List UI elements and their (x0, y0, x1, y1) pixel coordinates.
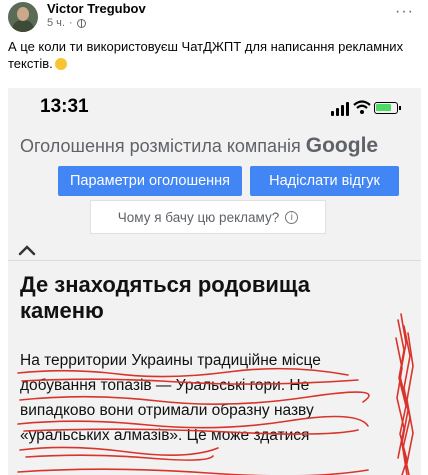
author-avatar[interactable] (8, 2, 38, 32)
phone-time: 13:31 (40, 96, 89, 117)
post-text: А це коли ти використовуєш ЧатДЖПТ для н… (8, 38, 408, 72)
article-body-line: добування топазів — Уральські гори. Не (20, 377, 310, 394)
author-name[interactable]: Victor Tregubov (47, 1, 146, 16)
ad-settings-button[interactable]: Параметри оголошення (58, 166, 242, 196)
phone-status-bar: 13:31 (8, 88, 421, 132)
post-header: Victor Tregubov 5 ч. · ··· (0, 0, 428, 36)
why-this-ad-button[interactable]: Чому я бачу цю рекламу? i (90, 200, 326, 234)
article-title: Де знаходяться родовища каменю (20, 272, 350, 324)
battery-icon (374, 102, 401, 114)
article-title-line: Де знаходяться родовища (20, 272, 310, 297)
article-body: На территории Украины традиційне місце д… (20, 348, 360, 448)
info-icon: i (285, 210, 299, 224)
signal-icon (331, 102, 349, 116)
divider (8, 260, 421, 261)
post-meta: 5 ч. · (47, 17, 86, 29)
more-options-icon[interactable]: ··· (395, 3, 414, 21)
article-body-line: На территории Украины традиційне місце (20, 352, 321, 369)
article-body-line: випадково вони отримали образну назву (20, 402, 314, 419)
chevron-up-icon[interactable] (16, 240, 38, 262)
google-logo: Google (305, 134, 379, 157)
ad-attribution: Оголошення розмістила компанія Google (20, 134, 378, 158)
smile-emoji-icon (54, 58, 67, 70)
ad-attribution-label: Оголошення розмістила компанія (20, 136, 301, 156)
wifi-icon (353, 100, 371, 114)
send-feedback-button[interactable]: Надіслати відгук (250, 166, 399, 196)
article-title-line: каменю (20, 298, 104, 323)
globe-icon (76, 18, 86, 28)
why-this-ad-label: Чому я бачу цю рекламу? (117, 209, 280, 225)
attached-screenshot[interactable]: 13:31 Оголошення розмістила компанія Goo… (8, 88, 421, 475)
post-time[interactable]: 5 ч. (47, 17, 65, 29)
post-text-content: А це коли ти використовуєш ЧатДЖПТ для н… (8, 39, 404, 71)
article-body-line: «уральських алмазів». Це може здатися (20, 427, 310, 444)
